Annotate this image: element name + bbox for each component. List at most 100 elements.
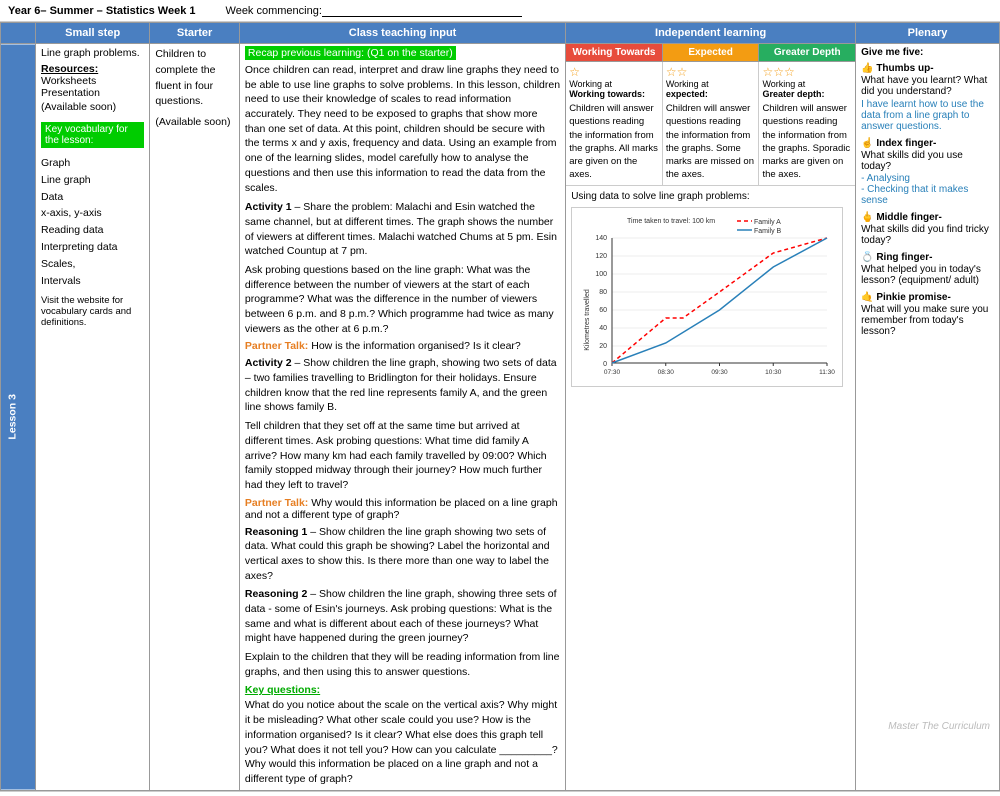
chart-title: Time taken to travel: 100 km	[627, 218, 715, 225]
vocab-data: Data	[41, 189, 144, 206]
exp-desc: expected:	[666, 89, 756, 99]
svg-text:Family A: Family A	[754, 219, 781, 226]
wt-text: Children will answer questions reading t…	[569, 102, 659, 182]
document-title: Year 6– Summer – Statistics Week 1	[8, 5, 196, 17]
ring-section: 💍 Ring finger- What helped you in today'…	[861, 252, 994, 286]
explain-text: Explain to the children that they will b…	[245, 650, 560, 679]
vocab-scales: Scales,	[41, 256, 144, 273]
working-towards-content: ☆ Working at Working towards: Children w…	[566, 62, 663, 185]
resource-worksheets: Worksheets	[41, 75, 144, 87]
teaching-cell: Recap previous learning: (Q1 on the star…	[239, 44, 565, 791]
exp-text: Children will answer questions reading t…	[666, 102, 756, 182]
independent-cell: Working Towards Expected Greater Depth ☆…	[566, 44, 856, 791]
pinkie-section: 🤙 Pinkie promise- What will you make sur…	[861, 292, 994, 337]
svg-text:Kilometres travelled: Kilometres travelled	[584, 289, 591, 351]
greater-depth-header: Greater Depth	[759, 44, 855, 61]
index-label: Index finger-	[876, 138, 936, 149]
greater-depth-content: ☆☆☆ Working at Greater depth: Children w…	[759, 62, 855, 185]
svg-text:09:30: 09:30	[712, 369, 729, 376]
svg-text:0: 0	[603, 361, 607, 368]
footer: www.masterthecurriculum.co.uk	[0, 791, 1000, 796]
give-me-five-label: Give me five:	[861, 47, 994, 58]
lesson-header	[1, 23, 36, 44]
activity1-label: Activity 1	[245, 201, 292, 213]
plenary-header: Plenary	[856, 23, 1000, 44]
main-teaching-text: Once children can read, interpret and dr…	[245, 63, 560, 195]
small-step-title: Line graph problems.	[41, 47, 144, 59]
indep-bottom: Using data to solve line graph problems:…	[566, 186, 855, 392]
small-step-header: Small step	[36, 23, 150, 44]
svg-text:100: 100	[596, 271, 608, 278]
lesson-label: Lesson 3	[1, 44, 36, 791]
thumb-label: Thumbs up-	[876, 63, 933, 74]
vocab-list: Graph Line graph Data x-axis, y-axis Rea…	[41, 155, 144, 289]
activity1-text: Activity 1 – Share the problem: Malachi …	[245, 200, 560, 259]
column-headers: Small step Starter Class teaching input …	[1, 23, 1000, 44]
top-header: Year 6– Summer – Statistics Week 1 Week …	[0, 0, 1000, 22]
middle-section: 🖕 Middle finger- What skills did you fin…	[861, 212, 994, 246]
gd-text: Children will answer questions reading t…	[762, 102, 852, 182]
index-blue-text-2: - Checking that it makes sense	[861, 184, 994, 206]
exp-stars: ☆☆	[666, 65, 756, 79]
working-towards-header: Working Towards	[566, 44, 663, 61]
indep-bottom-text: Using data to solve line graph problems:	[571, 191, 850, 202]
key-questions-text: What do you notice about the scale on th…	[245, 698, 560, 786]
wt-desc: Working towards:	[569, 89, 659, 99]
starter-available: (Available soon)	[155, 116, 234, 128]
thumb-text: What have you learnt? What did you under…	[861, 75, 994, 97]
vocab-reading-data: Reading data	[41, 222, 144, 239]
teaching-header: Class teaching input	[239, 23, 565, 44]
gd-stars: ☆☆☆	[762, 65, 852, 79]
ring-text: What helped you in today's lesson? (equi…	[861, 264, 994, 286]
middle-text: What skills did you find tricky today?	[861, 224, 994, 246]
middle-label: Middle finger-	[876, 212, 942, 223]
probing-text: Ask probing questions based on the line …	[245, 263, 560, 336]
middle-icon: 🖕	[861, 212, 873, 223]
svg-text:40: 40	[599, 325, 607, 332]
pinkie-icon: 🤙	[861, 292, 873, 303]
svg-text:80: 80	[599, 289, 607, 296]
tell-children-text: Tell children that they set off at the s…	[245, 419, 560, 492]
gd-working-at: Working at	[762, 79, 852, 89]
main-content-row: Lesson 3 Line graph problems. Resources:…	[1, 44, 1000, 791]
exp-working-at: Working at	[666, 79, 756, 89]
index-blue-text-1: - Analysing	[861, 173, 994, 184]
activity2-text: Activity 2 – Show children the line grap…	[245, 356, 560, 415]
website-note: Visit the website for vocabulary cards a…	[41, 295, 144, 328]
partner-talk-1-text: How is the information organised? Is it …	[311, 340, 521, 352]
key-questions-label: Key questions:	[245, 684, 560, 696]
starter-cell: Children to complete the fluent in four …	[150, 44, 240, 791]
reasoning2-label: Reasoning 2	[245, 588, 307, 600]
vocab-graph: Graph	[41, 155, 144, 172]
wt-stars: ☆	[569, 65, 659, 79]
partner-talk-1: Partner Talk: How is the information org…	[245, 340, 560, 352]
independent-header: Independent learning	[566, 23, 856, 44]
partner-talk-2: Partner Talk: Why would this information…	[245, 497, 560, 521]
available-soon: (Available soon)	[41, 101, 144, 113]
resources-label: Resources:	[41, 63, 144, 75]
vocab-intervals: Intervals	[41, 273, 144, 290]
recap-label: Recap previous learning: (Q1 on the star…	[245, 46, 456, 60]
svg-text:140: 140	[596, 235, 608, 242]
svg-text:07:30: 07:30	[604, 369, 621, 376]
main-content-table: Small step Starter Class teaching input …	[0, 22, 1000, 791]
svg-text:Family B: Family B	[754, 228, 782, 235]
gd-desc: Greater depth:	[762, 89, 852, 99]
vocab-interpreting-data: Interpreting data	[41, 239, 144, 256]
week-underline	[322, 4, 522, 17]
indep-sub-headers: Working Towards Expected Greater Depth	[566, 44, 855, 62]
key-questions-block: Key questions: What do you notice about …	[245, 684, 560, 786]
index-text: What skills did you use today?	[861, 150, 994, 172]
activity2-label: Activity 2	[245, 357, 292, 369]
pinkie-label: Pinkie promise-	[876, 292, 950, 303]
index-icon: ☝	[861, 138, 873, 149]
resource-presentation: Presentation	[41, 87, 144, 99]
watermark: Master The Curriculum	[888, 721, 990, 732]
partner-talk-2-label: Partner Talk:	[245, 497, 308, 509]
small-step-cell: Line graph problems. Resources: Workshee…	[36, 44, 150, 791]
reasoning1-label: Reasoning 1	[245, 526, 307, 538]
vocab-line-graph: Line graph	[41, 172, 144, 189]
key-vocab-button: Key vocabulary for the lesson:	[41, 122, 144, 148]
expected-content: ☆☆ Working at expected: Children will an…	[663, 62, 760, 185]
family-b-line	[612, 238, 827, 363]
